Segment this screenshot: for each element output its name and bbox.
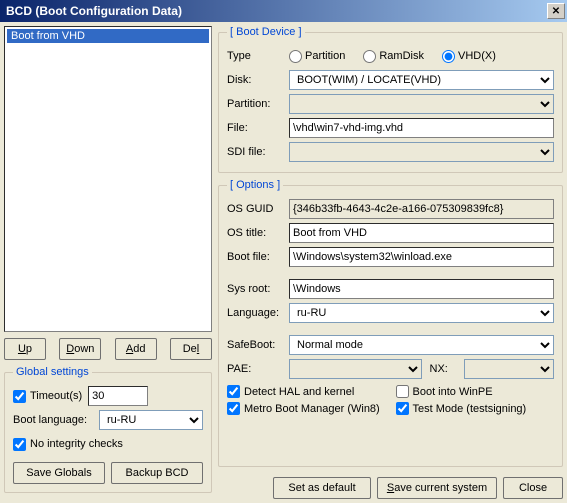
save-current-button[interactable]: Save current system bbox=[377, 477, 497, 499]
options-legend: [ Options ] bbox=[227, 179, 283, 191]
test-mode-checkbox[interactable] bbox=[396, 402, 409, 415]
metro-boot-label[interactable]: Metro Boot Manager (Win8) bbox=[227, 402, 386, 415]
type-label: Type bbox=[227, 50, 283, 62]
pae-select[interactable] bbox=[289, 359, 422, 379]
boot-winpe-label[interactable]: Boot into WinPE bbox=[396, 385, 555, 398]
sdi-file-label: SDI file: bbox=[227, 146, 283, 158]
up-button[interactable]: Up bbox=[4, 338, 46, 360]
detect-hal-label[interactable]: Detect HAL and kernel bbox=[227, 385, 386, 398]
os-guid-label: OS GUID bbox=[227, 203, 283, 215]
boot-device-legend: [ Boot Device ] bbox=[227, 26, 305, 38]
partition-label: Partition: bbox=[227, 98, 283, 110]
global-settings-legend: Global settings bbox=[13, 366, 92, 378]
safeboot-label: SafeBoot: bbox=[227, 339, 283, 351]
boot-file-field[interactable] bbox=[289, 247, 554, 267]
detect-hal-checkbox[interactable] bbox=[227, 385, 240, 398]
window-title: BCD (Boot Configuration Data) bbox=[6, 4, 547, 18]
vhdx-radio[interactable] bbox=[442, 50, 455, 63]
language-select[interactable]: ru-RU bbox=[289, 303, 554, 323]
backup-bcd-button[interactable]: Backup BCD bbox=[111, 462, 203, 484]
sys-root-label: Sys root: bbox=[227, 283, 283, 295]
boot-entries-list[interactable]: Boot from VHD bbox=[4, 26, 212, 332]
save-globals-button[interactable]: Save Globals bbox=[13, 462, 105, 484]
timeout-field[interactable] bbox=[88, 386, 148, 406]
nx-label: NX: bbox=[430, 363, 460, 375]
disk-select[interactable]: BOOT(WIM) / LOCATE(VHD) bbox=[289, 70, 554, 90]
boot-device-group: [ Boot Device ] Type Partition RamDisk V… bbox=[218, 26, 563, 173]
add-button[interactable]: Add bbox=[115, 338, 157, 360]
down-button[interactable]: Down bbox=[59, 338, 101, 360]
disk-label: Disk: bbox=[227, 74, 283, 86]
nx-select[interactable] bbox=[464, 359, 555, 379]
sdi-file-select[interactable] bbox=[289, 142, 554, 162]
options-group: [ Options ] OS GUID OS title: Boot file:… bbox=[218, 179, 563, 467]
boot-winpe-checkbox[interactable] bbox=[396, 385, 409, 398]
set-default-button[interactable]: Set as default bbox=[273, 477, 371, 499]
file-label: File: bbox=[227, 122, 283, 134]
ramdisk-radio[interactable] bbox=[363, 50, 376, 63]
list-item[interactable]: Boot from VHD bbox=[7, 29, 209, 43]
partition-radio[interactable] bbox=[289, 50, 302, 63]
sys-root-field[interactable] bbox=[289, 279, 554, 299]
vhdx-radio-label[interactable]: VHD(X) bbox=[442, 50, 496, 63]
file-field[interactable] bbox=[289, 118, 554, 138]
boot-file-label: Boot file: bbox=[227, 251, 283, 263]
os-title-label: OS title: bbox=[227, 227, 283, 239]
del-button[interactable]: Del bbox=[170, 338, 212, 360]
titlebar[interactable]: BCD (Boot Configuration Data) ✕ bbox=[0, 0, 567, 22]
pae-label: PAE: bbox=[227, 363, 283, 375]
timeout-checkbox-label[interactable]: Timeout(s) bbox=[13, 390, 82, 403]
os-title-field[interactable] bbox=[289, 223, 554, 243]
close-button[interactable]: Close bbox=[503, 477, 563, 499]
language-label: Language: bbox=[227, 307, 283, 319]
metro-boot-checkbox[interactable] bbox=[227, 402, 240, 415]
no-integrity-checkbox-label[interactable]: No integrity checks bbox=[13, 438, 123, 451]
boot-language-label: Boot language: bbox=[13, 414, 93, 426]
safeboot-select[interactable]: Normal mode bbox=[289, 335, 554, 355]
timeout-checkbox[interactable] bbox=[13, 390, 26, 403]
no-integrity-checkbox[interactable] bbox=[13, 438, 26, 451]
partition-select[interactable] bbox=[289, 94, 554, 114]
ramdisk-radio-label[interactable]: RamDisk bbox=[363, 50, 424, 63]
partition-radio-label[interactable]: Partition bbox=[289, 50, 345, 63]
test-mode-label[interactable]: Test Mode (testsigning) bbox=[396, 402, 555, 415]
global-settings-group: Global settings Timeout(s) Boot language… bbox=[4, 366, 212, 493]
close-icon[interactable]: ✕ bbox=[547, 3, 565, 19]
boot-language-select[interactable]: ru-RU bbox=[99, 410, 203, 430]
os-guid-field bbox=[289, 199, 554, 219]
